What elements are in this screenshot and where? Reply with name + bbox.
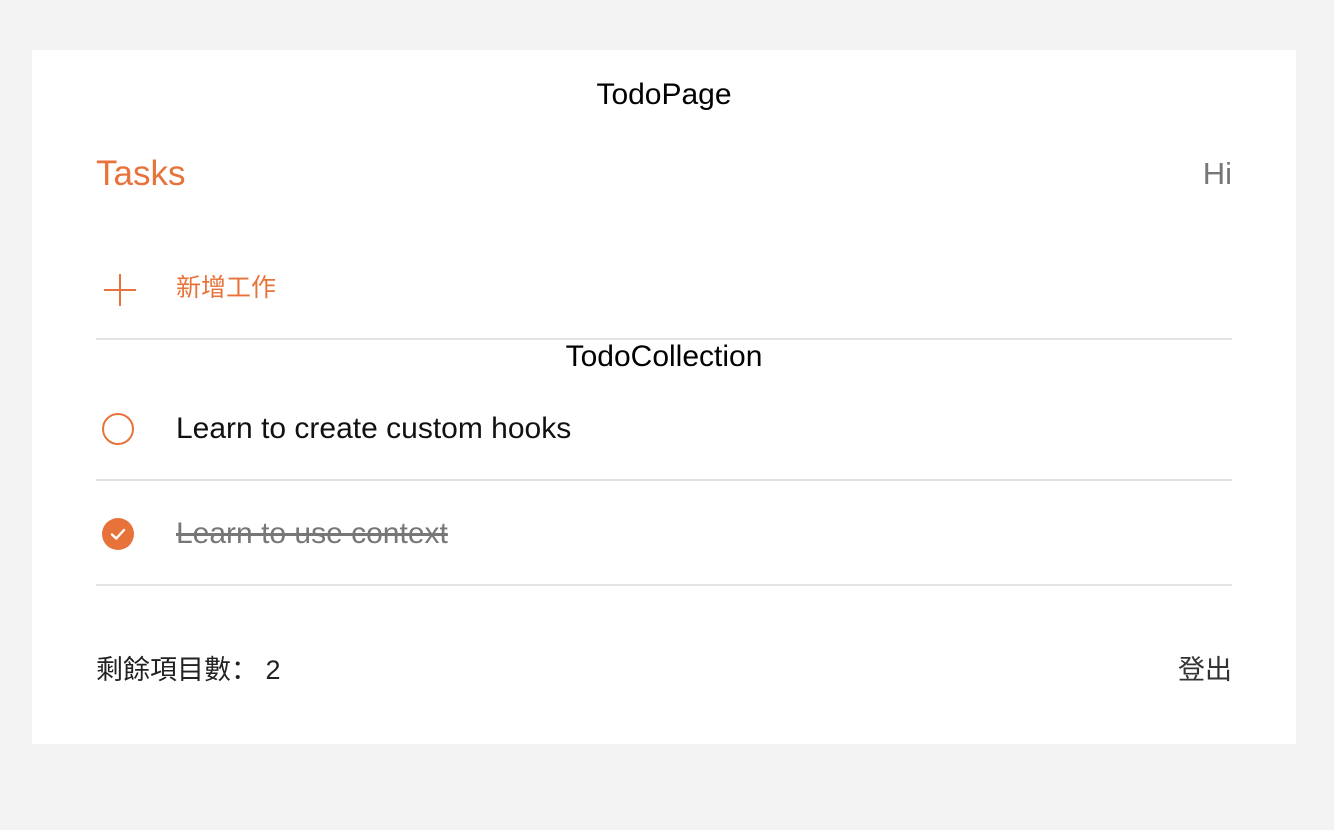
remaining-label: 剩餘項目數：	[96, 655, 258, 685]
remaining-count: 剩餘項目數： 2	[96, 652, 281, 688]
logout-button[interactable]: 登出	[1178, 652, 1232, 688]
unchecked-circle-icon[interactable]	[102, 413, 134, 445]
checkmark-icon	[110, 528, 126, 540]
header: Tasks Hi	[96, 154, 1232, 194]
add-task-label[interactable]: 新增工作	[176, 272, 276, 304]
todo-card: TodoPage Tasks Hi 新增工作 TodoCollection Le…	[32, 50, 1296, 744]
footer: 剩餘項目數： 2 登出	[96, 652, 1232, 688]
header-greeting: Hi	[1202, 156, 1232, 191]
todo-list: Learn to create custom hooks Learn to us…	[96, 376, 1232, 586]
page-title: TodoPage	[596, 78, 732, 111]
add-task-row[interactable]: 新增工作	[96, 260, 1232, 340]
todo-item: Learn to use context	[96, 481, 1232, 586]
checked-circle-icon[interactable]	[102, 518, 134, 550]
todo-item: Learn to create custom hooks	[96, 376, 1232, 481]
remaining-value: 2	[265, 655, 281, 685]
header-title: Tasks	[96, 154, 186, 193]
todo-text[interactable]: Learn to create custom hooks	[176, 411, 571, 447]
plus-icon[interactable]	[104, 274, 136, 306]
todo-text-completed[interactable]: Learn to use context	[176, 516, 448, 552]
collection-title: TodoCollection	[565, 340, 763, 373]
